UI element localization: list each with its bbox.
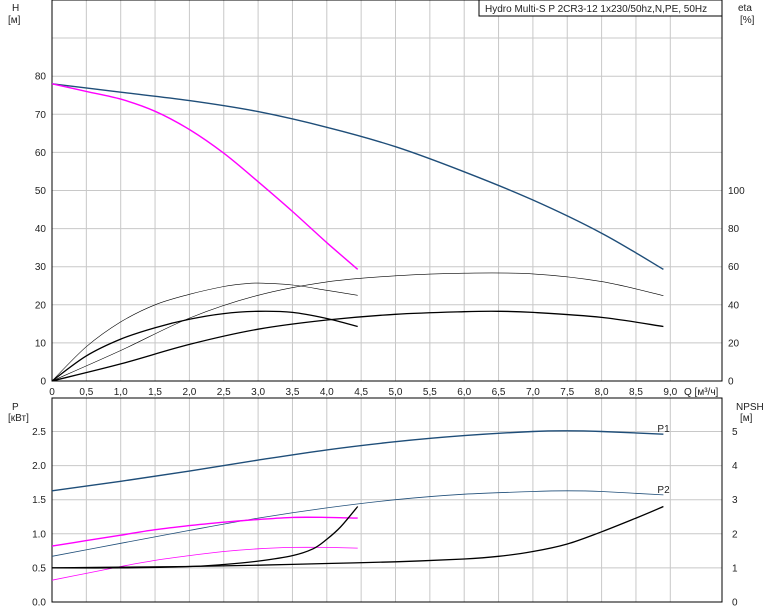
series-line [51,282,358,382]
x-tick-label: 8,5 [629,387,643,398]
y-axis-label-h: H [12,3,19,14]
series-line [51,506,359,569]
y-tick-label: 30 [35,262,47,273]
y-tick-label: 0 [40,377,46,388]
x-tick-label: 1,0 [114,387,128,398]
y-tick-label: 1.0 [32,529,46,540]
y-right-tick-label: 40 [728,300,740,311]
x-tick-label: 8,0 [595,387,609,398]
y-right-tick-label: 3 [732,495,738,506]
y-tick-label: 70 [35,110,47,121]
y-axis-label-eta: eta [738,3,752,14]
x-tick-label: 7,5 [560,387,574,398]
x-tick-label: 6,0 [457,387,471,398]
x-tick-label: 5,0 [389,387,403,398]
x-tick-label: 9,0 [663,387,677,398]
series-label-p1: P1 [657,424,670,435]
y-tick-label: 1.5 [32,495,46,506]
x-tick-label: 7,0 [526,387,540,398]
y-right-tick-label: 80 [728,224,740,235]
y-right-tick-label: 2 [732,529,738,540]
y-tick-label: 80 [35,72,47,83]
series-line [51,516,358,547]
y-right-tick-label: 100 [728,186,745,197]
y-right-tick-label: 20 [728,338,740,349]
y-right-tick-label: 1 [732,563,738,574]
x-tick-label: 4,5 [354,387,368,398]
top-panel: H[м] eta[%] 0 10 20 30 40 50 60 70 80 0 20 40 60 80 100 0… [8,0,755,398]
y-tick-label: 0.0 [32,598,46,609]
x-tick-label: 3,0 [251,387,265,398]
y-tick-label: 0.5 [32,563,46,574]
x-tick-label: 0 [49,387,55,398]
x-tick-label: 6,5 [492,387,506,398]
x-axis-label: Q [м³/ч] [684,387,719,398]
x-tick-label: 2,0 [182,387,196,398]
y-right-tick-label: 0 [732,598,738,609]
y-axis-unit-p: [кВт] [8,413,29,424]
series-line [51,83,359,270]
y-axis-unit-h: [м] [8,15,21,26]
series-line [51,490,664,557]
y-tick-label: 2.5 [32,427,46,438]
y-right-tick-label: 4 [732,461,738,472]
x-tick-label: 5,5 [423,387,437,398]
y-tick-label: 2.0 [32,461,46,472]
y-axis-unit-eta: [%] [740,15,755,26]
series-line [51,310,664,382]
y-tick-label: 60 [35,148,47,159]
x-tick-label: 2,5 [217,387,231,398]
series-label-p2: P2 [657,485,670,496]
title-box: Hydro Multi-S P 2CR3-12 1x230/50hz,N,PE,… [478,0,723,17]
y-right-tick-label: 0 [728,377,734,388]
x-tick-label: 3,5 [285,387,299,398]
y-axis-unit-npsh: [м] [740,413,753,424]
pump-curve-chart: H[м]eta[%]010203040506070800204060801000… [8,0,764,609]
y-tick-label: 20 [35,300,47,311]
y-right-tick-label: 5 [732,427,738,438]
series-line [51,272,664,382]
y-right-tick-label: 60 [728,262,740,273]
series-line [51,505,664,569]
x-tick-label: 4,0 [320,387,334,398]
y-axis-label-npsh: NPSH [736,402,764,413]
y-tick-label: 40 [35,224,47,235]
x-tick-label: 1,5 [148,387,162,398]
series-line [51,83,664,271]
x-tick-label: 0,5 [79,387,93,398]
y-tick-label: 50 [35,186,47,197]
series-line [51,430,664,492]
bottom-panel: P[кВт] NPSH[м] 0.0 0.5 1.0 1.5 2.0 2.5 0 1 2 3 4 5 P1 P… [8,397,764,609]
y-tick-label: 10 [35,338,47,349]
chart-title: Hydro Multi-S P 2CR3-12 1x230/50hz,N,PE,… [485,4,707,15]
y-axis-label-p: P [12,402,19,413]
